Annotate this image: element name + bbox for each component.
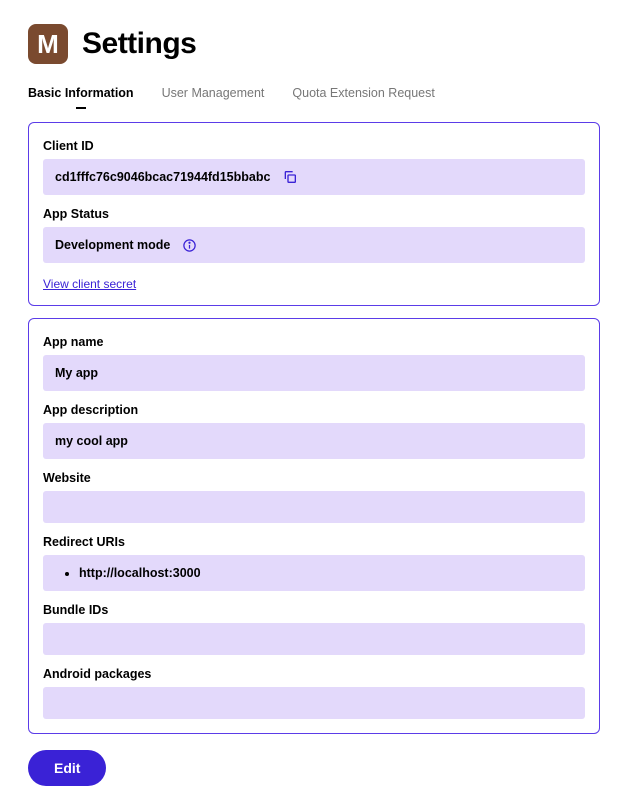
android-packages-value-box [43,687,585,719]
tabs: Basic Information User Management Quota … [28,86,600,108]
tab-quota-extension[interactable]: Quota Extension Request [292,86,434,108]
page-title: Settings [82,27,196,61]
client-id-label: Client ID [43,139,585,153]
android-packages-label: Android packages [43,667,585,681]
redirect-uri-item: http://localhost:3000 [79,566,201,580]
view-client-secret-link[interactable]: View client secret [43,277,136,291]
app-name-value-box: My app [43,355,585,391]
app-description-value-box: my cool app [43,423,585,459]
app-description-value: my cool app [55,434,128,448]
app-name-value: My app [55,366,98,380]
copy-icon[interactable] [282,169,298,185]
app-icon: M [28,24,68,64]
edit-button[interactable]: Edit [28,750,106,786]
app-name-label: App name [43,335,585,349]
redirect-uris-label: Redirect URIs [43,535,585,549]
page-header: M Settings [28,24,600,64]
tab-basic-information[interactable]: Basic Information [28,86,134,108]
bundle-ids-label: Bundle IDs [43,603,585,617]
client-id-value: cd1fffc76c9046bcac71944fd15bbabc [55,170,270,184]
website-label: Website [43,471,585,485]
bundle-ids-value-box [43,623,585,655]
info-icon[interactable] [182,238,197,253]
client-id-value-box: cd1fffc76c9046bcac71944fd15bbabc [43,159,585,195]
app-status-value-box: Development mode [43,227,585,263]
app-status-value: Development mode [55,238,170,252]
app-status-label: App Status [43,207,585,221]
website-value-box [43,491,585,523]
panel-app-details: App name My app App description my cool … [28,318,600,734]
redirect-uri-list: http://localhost:3000 [55,566,201,580]
redirect-uris-value-box: http://localhost:3000 [43,555,585,591]
panel-client-status: Client ID cd1fffc76c9046bcac71944fd15bba… [28,122,600,306]
app-description-label: App description [43,403,585,417]
tab-user-management[interactable]: User Management [162,86,265,108]
